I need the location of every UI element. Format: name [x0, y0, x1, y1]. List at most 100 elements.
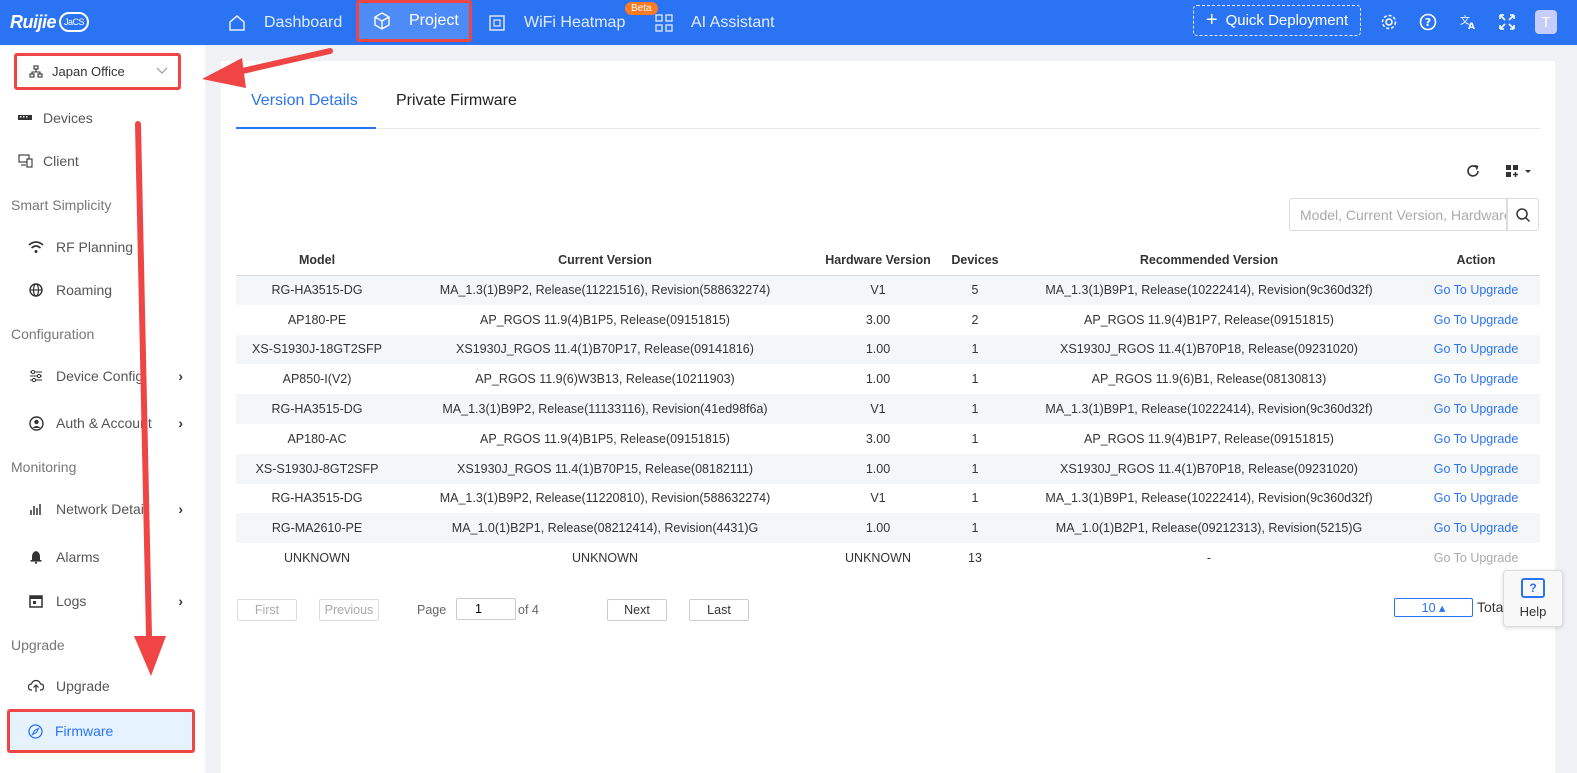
chevron-right-icon: › — [178, 368, 183, 384]
sidebar-item-roaming[interactable]: Roaming — [0, 270, 205, 310]
sidebar-item-upgrade[interactable]: Upgrade — [0, 666, 205, 706]
quick-deployment-label: Quick Deployment — [1225, 12, 1349, 29]
cell-current-version: MA_1.0(1)B2P1, Release(08212414), Revisi… — [398, 513, 812, 544]
language-translate-icon[interactable]: 文A — [1458, 12, 1478, 32]
cell-hardware-version: UNKNOWN — [845, 551, 911, 566]
cell-current-version: XS1930J_RGOS 11.4(1)B70P17, Release(0914… — [398, 334, 812, 365]
ruijie-logo[interactable]: Ruijie JaCS — [10, 10, 90, 34]
go-to-upgrade-link[interactable]: Go To Upgrade — [1412, 364, 1540, 394]
sidebar-item-client-label: Client — [43, 153, 79, 169]
logo-text: Ruijie — [10, 11, 57, 32]
cell-model: RG-HA3515-DG — [271, 491, 363, 506]
cell-devices: 1 — [971, 431, 979, 446]
header-recommended-version: Recommended Version — [1006, 246, 1412, 276]
cell-devices: 1 — [971, 372, 979, 387]
cloud-logo-text: JaCS — [64, 17, 85, 27]
cell-current-version: MA_1.3(1)B9P2, Release(11220810), Revisi… — [439, 491, 771, 506]
help-question-icon[interactable]: ? — [1418, 12, 1438, 32]
cell-recommended-version: XS1930J_RGOS 11.4(1)B70P18, Release(0923… — [1006, 453, 1412, 484]
nav-dashboard[interactable]: Dashboard — [228, 0, 342, 45]
header-hardware-version: Hardware Version — [812, 246, 944, 276]
sidebar-group-configuration: Configuration — [11, 326, 95, 342]
fullscreen-icon[interactable] — [1497, 12, 1517, 32]
header-current-version: Current Version — [398, 246, 812, 276]
header-model: Model — [236, 246, 398, 276]
help-button[interactable]: ? Help — [1503, 570, 1563, 627]
go-to-upgrade-link[interactable]: Go To Upgrade — [1412, 513, 1540, 544]
sidebar-item-devices[interactable]: Devices — [0, 98, 205, 138]
cell-hardware-version: V1 — [812, 275, 944, 305]
nav-project[interactable]: Project — [356, 0, 472, 42]
cell-recommended-version: AP_RGOS 11.9(4)B1P7, Release(09151815) — [1084, 312, 1334, 327]
top-navigation-bar: Ruijie JaCS Dashboard Project WiFi Heatm… — [0, 0, 1577, 45]
settings-gear-icon[interactable] — [1379, 12, 1399, 32]
client-monitor-icon — [17, 153, 33, 169]
tab-bar: Version Details Private Firmware — [236, 61, 1540, 129]
search-button[interactable] — [1507, 198, 1539, 231]
page-number-input[interactable] — [456, 598, 516, 620]
column-settings-icon[interactable] — [1503, 161, 1537, 181]
nav-project-label: Project — [409, 12, 459, 29]
sidebar-item-client[interactable]: Client — [0, 141, 205, 181]
sidebar-item-auth-account[interactable]: Auth & Account › — [0, 403, 205, 443]
cell-hardware-version: V1 — [812, 394, 944, 424]
site-selector-value: Japan Office — [52, 64, 125, 79]
sidebar: Japan Office Devices Client Smart Simpli… — [0, 45, 205, 773]
go-to-upgrade-link[interactable]: Go To Upgrade — [1412, 484, 1540, 514]
table-row: RG-HA3515-DG MA_1.3(1)B9P2, Release(1122… — [236, 484, 1540, 514]
cell-hardware-version: V1 — [870, 491, 886, 506]
go-to-upgrade-link[interactable]: Go To Upgrade — [1412, 275, 1540, 305]
table-row: AP180-AC AP_RGOS 11.9(4)B1P5, Release(09… — [236, 424, 1540, 454]
go-to-upgrade-link[interactable]: Go To Upgrade — [1412, 334, 1540, 365]
nav-wifi-heatmap-label: WiFi Heatmap — [524, 13, 626, 31]
cell-recommended-version: AP_RGOS 11.9(6)B1, Release(08130813) — [1091, 372, 1327, 387]
cell-model: XS-S1930J-18GT2SFP — [236, 334, 398, 365]
next-page-button[interactable]: Next — [607, 599, 667, 621]
sidebar-item-logs[interactable]: Logs › — [0, 581, 205, 621]
search-input[interactable] — [1289, 198, 1507, 231]
last-page-button[interactable]: Last — [689, 599, 749, 621]
go-to-upgrade-link[interactable]: Go To Upgrade — [1412, 305, 1540, 335]
sidebar-item-firmware[interactable]: Firmware — [7, 709, 195, 753]
site-selector[interactable]: Japan Office — [14, 53, 181, 90]
table-row: AP180-PE AP_RGOS 11.9(4)B1P5, Release(09… — [236, 305, 1540, 335]
cell-current-version: AP_RGOS 11.9(4)B1P5, Release(09151815) — [480, 312, 730, 327]
sidebar-group-smart-simplicity: Smart Simplicity — [11, 197, 112, 213]
cell-current-version: AP_RGOS 11.9(6)W3B13, Release(10211903) — [475, 372, 735, 387]
page-size-select[interactable]: 10 ▴ — [1394, 598, 1473, 617]
nav-ai-assistant[interactable]: AI Assistant — [655, 0, 775, 45]
tab-private-firmware[interactable]: Private Firmware — [396, 92, 517, 110]
tab-version-details[interactable]: Version Details — [251, 92, 358, 110]
cell-recommended-version: MA_1.3(1)B9P1, Release(10222414), Revisi… — [1006, 275, 1412, 305]
svg-text:?: ? — [1425, 16, 1431, 29]
calendar-icon — [28, 593, 44, 609]
plus-icon: + — [1205, 9, 1218, 31]
cell-hardware-version: 1.00 — [865, 372, 891, 387]
sidebar-group-monitoring: Monitoring — [11, 459, 77, 475]
table-row: XS-S1930J-18GT2SFP XS1930J_RGOS 11.4(1)B… — [236, 334, 1540, 365]
chevron-right-icon: › — [178, 415, 183, 431]
cell-hardware-version: 3.00 — [865, 431, 891, 446]
previous-page-button: Previous — [319, 599, 379, 621]
sidebar-item-auth-account-label: Auth & Account — [56, 415, 152, 431]
grid-icon — [655, 13, 673, 32]
page-count-label: of 4 — [518, 603, 539, 617]
user-avatar[interactable]: T — [1535, 10, 1557, 34]
quick-deployment-button[interactable]: + Quick Deployment — [1193, 5, 1361, 36]
nav-wifi-heatmap[interactable]: WiFi Heatmap — [488, 0, 625, 45]
cell-hardware-version: 1.00 — [812, 513, 944, 544]
sidebar-item-device-config[interactable]: Device Config › — [0, 356, 205, 396]
home-icon — [228, 14, 246, 32]
go-to-upgrade-link[interactable]: Go To Upgrade — [1412, 424, 1540, 454]
cell-recommended-version: AP_RGOS 11.9(4)B1P7, Release(09151815) — [1084, 431, 1334, 446]
sidebar-item-rf-planning[interactable]: RF Planning — [0, 227, 205, 267]
go-to-upgrade-link[interactable]: Go To Upgrade — [1412, 453, 1540, 484]
heatmap-icon — [488, 14, 506, 32]
cell-devices: 1 — [971, 491, 979, 506]
refresh-icon[interactable] — [1463, 161, 1483, 181]
cell-recommended-version: MA_1.3(1)B9P1, Release(10222414), Revisi… — [1045, 491, 1373, 506]
sidebar-item-network-details[interactable]: Network Details › — [0, 489, 205, 529]
sidebar-item-alarms[interactable]: Alarms — [0, 537, 205, 577]
go-to-upgrade-link[interactable]: Go To Upgrade — [1412, 394, 1540, 424]
cell-devices: 5 — [944, 275, 1006, 305]
